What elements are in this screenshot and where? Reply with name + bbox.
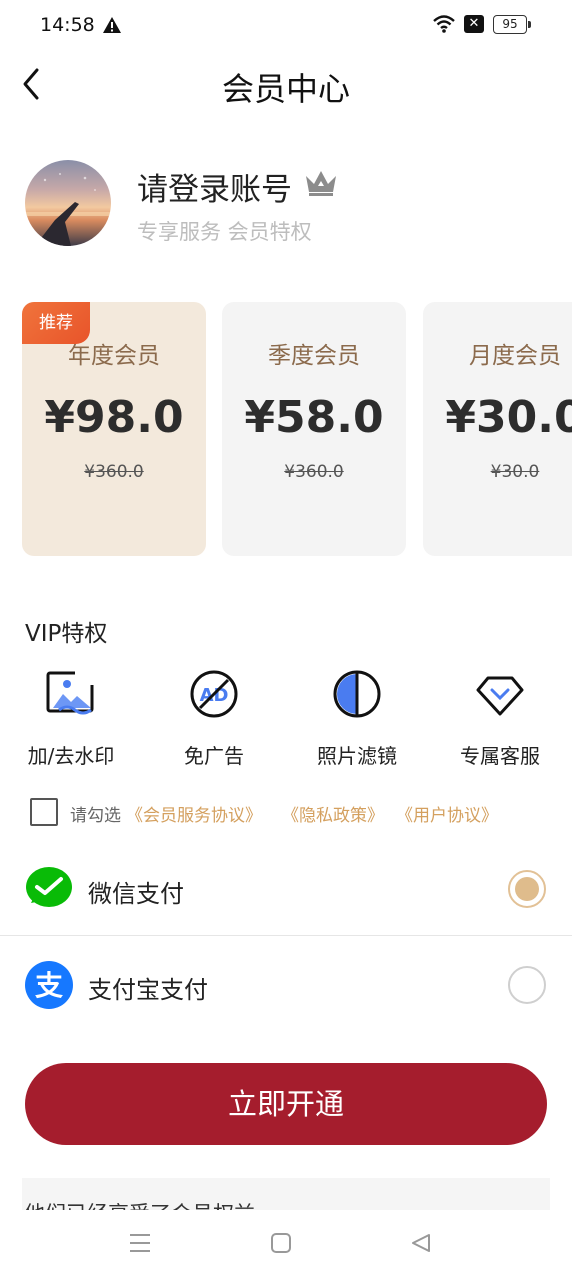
wechat-icon xyxy=(25,865,73,913)
plan-name: 季度会员 xyxy=(268,343,360,369)
plan-name: 月度会员 xyxy=(469,343,561,369)
menu-icon[interactable] xyxy=(128,1232,152,1258)
privilege-label: 免广告 xyxy=(184,744,244,768)
plan-price: ¥58.0 xyxy=(244,392,384,443)
privacy-policy-link[interactable]: 《隐私政策》 xyxy=(282,801,384,826)
page-title: 会员中心 xyxy=(221,70,350,108)
payment-option-alipay[interactable]: 支 支付宝支付 xyxy=(0,936,572,1032)
plan-price: ¥30.0 xyxy=(445,392,572,443)
privilege-no-ads[interactable]: AD 免广告 xyxy=(144,668,284,778)
alipay-radio[interactable] xyxy=(508,966,546,1004)
system-nav-bar xyxy=(0,1210,572,1280)
profile-subtitle: 专享服务 会员特权 xyxy=(137,220,312,244)
plan-card-monthly[interactable]: 月度会员 ¥30.0 ¥30.0 xyxy=(423,302,572,556)
plan-original-price: ¥360.0 xyxy=(284,462,344,482)
svg-text:支: 支 xyxy=(35,969,63,1002)
plan-card-yearly[interactable]: 年度会员 ¥98.0 ¥360.0 推荐 xyxy=(22,302,206,556)
alipay-icon: 支 xyxy=(25,961,73,1009)
wechat-radio[interactable] xyxy=(508,870,546,908)
plan-price: ¥98.0 xyxy=(44,392,184,443)
back-triangle-icon[interactable] xyxy=(410,1232,432,1258)
plan-list: 年度会员 ¥98.0 ¥360.0 推荐 季度会员 ¥58.0 ¥360.0 月… xyxy=(22,302,572,556)
agreement-row: 请勾选 《会员服务协议》 《隐私政策》 《用户协议》 xyxy=(30,796,550,828)
plan-card-quarterly[interactable]: 季度会员 ¥58.0 ¥360.0 xyxy=(222,302,406,556)
membership-agreement-link[interactable]: 《会员服务协议》 xyxy=(126,801,262,826)
status-bar: 14:58 ✕ 95 xyxy=(0,0,572,52)
plan-original-price: ¥30.0 xyxy=(490,462,540,482)
status-time: 14:58 xyxy=(40,14,95,36)
plan-original-price: ¥360.0 xyxy=(84,462,144,482)
profile-section[interactable]: 请登录账号 专享服务 会员特权 xyxy=(0,158,572,250)
profile-name[interactable]: 请登录账号 xyxy=(137,164,292,209)
crown-icon xyxy=(304,168,338,200)
members-banner: 他们已经享受了会员权益 xyxy=(22,1178,550,1214)
no-ad-icon: AD xyxy=(188,668,240,724)
diamond-service-icon xyxy=(474,668,526,724)
vip-section-title: VIP特权 xyxy=(25,621,108,647)
user-agreement-link[interactable]: 《用户协议》 xyxy=(396,801,498,826)
privilege-label: 加/去水印 xyxy=(27,744,115,768)
avatar[interactable] xyxy=(25,160,111,246)
privilege-filter[interactable]: 照片滤镜 xyxy=(287,668,427,778)
home-square-icon[interactable] xyxy=(270,1232,292,1258)
privilege-service[interactable]: 专属客服 xyxy=(430,668,570,778)
payment-label: 支付宝支付 xyxy=(88,976,208,1004)
x-box-icon: ✕ xyxy=(464,15,484,33)
half-circle-filter-icon xyxy=(331,668,383,724)
header-bar: 会员中心 xyxy=(0,52,572,116)
payment-option-wechat[interactable]: 微信支付 xyxy=(0,840,572,936)
payment-label: 微信支付 xyxy=(88,880,184,908)
wifi-icon xyxy=(432,14,456,38)
activate-now-button[interactable]: 立即开通 xyxy=(25,1063,547,1145)
privilege-watermark[interactable]: 加/去水印 xyxy=(1,668,141,778)
agreement-checkbox[interactable] xyxy=(30,798,58,826)
privilege-label: 专属客服 xyxy=(460,744,540,768)
agreement-prefix: 请勾选 xyxy=(70,806,121,826)
warning-triangle-icon xyxy=(102,16,122,38)
image-watermark-icon xyxy=(45,668,97,722)
recommend-badge: 推荐 xyxy=(22,302,90,344)
battery-indicator: 95 xyxy=(493,15,531,34)
privilege-label: 照片滤镜 xyxy=(317,744,397,768)
